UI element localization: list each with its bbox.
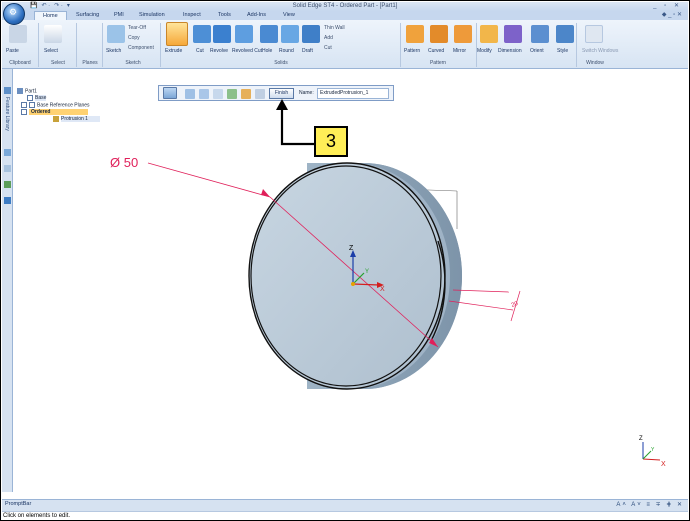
tab-simulation[interactable]: Simulation (139, 11, 165, 20)
pattern-label: Pattern (404, 48, 421, 54)
hole-icon[interactable] (260, 25, 278, 43)
docking-strip (2, 69, 13, 492)
select-label: Select (44, 48, 58, 54)
triad-y-label: Y (365, 269, 369, 275)
revolved-cut-icon[interactable] (235, 25, 253, 43)
cut-small-item[interactable]: Cut (324, 45, 332, 51)
hole-label: Hole (262, 48, 273, 54)
tab-inspect[interactable]: Inspect (183, 11, 201, 20)
step-callout: 3 (314, 126, 348, 157)
application-button[interactable]: ⚙ (3, 3, 25, 25)
curved-label: Curved (428, 48, 445, 54)
select-icon[interactable] (44, 25, 62, 43)
group-clipboard: Clipboard (9, 60, 31, 66)
prompt-message: Click on elements to edit. (2, 511, 688, 520)
ribbon-tab-row: Home Surfacing PMI Simulation Inspect To… (2, 11, 688, 20)
triad-x-label: X (380, 286, 385, 293)
ribbon: Paste Clipboard Select Select Planes Ske… (2, 20, 688, 69)
switch-windows-label: Switch Windows (582, 48, 619, 54)
group-window: Window (586, 60, 604, 66)
component-item[interactable]: Component (128, 45, 154, 51)
sensors-tab-icon[interactable] (4, 165, 11, 172)
group-pattern: Pattern (429, 60, 447, 66)
window-title: Solid Edge ST4 - Ordered Part - [Part1] (292, 3, 398, 9)
revolve-label: Revolve (210, 48, 229, 54)
extrude-label: Extrude (165, 48, 183, 54)
pattern-icon[interactable] (406, 25, 424, 43)
families-tab-icon[interactable] (4, 181, 11, 188)
diameter-value[interactable]: Ø 50 (110, 155, 138, 170)
extruded-disc-part[interactable] (248, 162, 462, 390)
copy-item[interactable]: Copy (128, 35, 140, 41)
round-icon[interactable] (281, 25, 299, 43)
tear-off-item[interactable]: Tear-Off (128, 25, 146, 31)
add-item[interactable]: Add (324, 35, 333, 41)
orient-icon[interactable] (531, 25, 549, 43)
window-controls[interactable]: _ ▫ ✕ (653, 2, 682, 11)
view-triad-z-label: Z (639, 436, 643, 442)
sketch-label: Sketch (106, 48, 122, 54)
style-icon[interactable] (556, 25, 574, 43)
paste-label: Paste (6, 48, 19, 54)
dimension-icon[interactable] (504, 25, 522, 43)
revolved-cut-label: Revolved Cut (232, 48, 263, 54)
triad-z-label: Z (349, 245, 354, 252)
group-solids: Solids (274, 60, 288, 66)
prompt-bar: PromptBar A˄ A˅ ≡ ∓ ⋕ ✕ Click on element… (2, 499, 688, 520)
cut-icon[interactable] (193, 25, 211, 43)
round-label: Round (279, 48, 294, 54)
app-logo-icon: ⚙ (9, 8, 18, 18)
modify-label: Modify (477, 48, 492, 54)
revolve-icon[interactable] (213, 25, 231, 43)
depth-value[interactable]: 20 (511, 301, 520, 309)
view-orientation-triad[interactable]: Z X Y (639, 436, 666, 468)
orient-label: Orient (530, 48, 544, 54)
prompt-bar-controls[interactable]: A˄ A˅ ≡ ∓ ⋕ ✕ (616, 501, 684, 508)
layers-tab-icon[interactable] (4, 149, 11, 156)
extrude-icon[interactable] (166, 22, 188, 46)
teamcenter-tab-icon[interactable] (4, 197, 11, 204)
style-label: Style (557, 48, 569, 54)
modify-icon[interactable] (480, 25, 498, 43)
graphics-viewport[interactable]: Ø 50 20 Z X Y Z X Y (13, 69, 688, 499)
pathfinder-tab-icon[interactable] (4, 87, 11, 94)
group-sketch: Sketch (125, 60, 141, 66)
tab-surfacing[interactable]: Surfacing (76, 11, 99, 20)
application-window: 💾 ↶ · ↷ · ▾ Solid Edge ST4 - Ordered Par… (0, 0, 690, 521)
paste-icon[interactable] (9, 25, 27, 43)
document-controls[interactable]: ◆ _ ▫ ✕ (662, 11, 682, 20)
view-triad-y-label: Y (651, 447, 655, 453)
tab-add-ins[interactable]: Add-Ins (247, 11, 266, 20)
tab-tools[interactable]: Tools (218, 11, 231, 20)
curved-icon[interactable] (430, 25, 448, 43)
view-triad-x-label: X (661, 461, 666, 468)
mirror-icon[interactable] (454, 25, 472, 43)
tab-home[interactable]: Home (34, 11, 67, 20)
draft-icon[interactable] (302, 25, 320, 43)
group-planes: Planes (82, 60, 98, 66)
switch-windows-icon[interactable] (585, 25, 603, 43)
tab-pmi[interactable]: PMI (114, 11, 124, 20)
thin-wall-item[interactable]: Thin Wall (324, 25, 345, 31)
callout-leader (276, 99, 315, 146)
prompt-bar-title: PromptBar (5, 501, 32, 507)
cut-label: Cut (196, 48, 204, 54)
feature-library-tab[interactable]: Feature Library (3, 97, 10, 131)
tab-view[interactable]: View (283, 11, 295, 20)
mirror-label: Mirror (453, 48, 467, 54)
group-select: Select (51, 60, 65, 66)
dimension-label: Dimension (498, 48, 522, 54)
draft-label: Draft (302, 48, 313, 54)
title-bar: 💾 ↶ · ↷ · ▾ Solid Edge ST4 - Ordered Par… (2, 2, 688, 11)
sketch-icon[interactable] (107, 25, 125, 43)
